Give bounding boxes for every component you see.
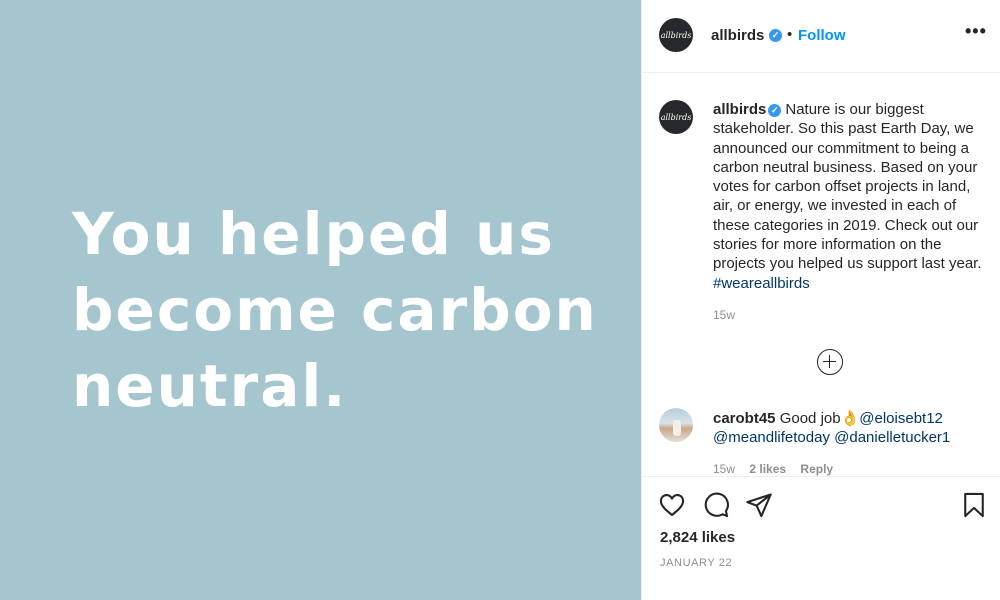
mention-link[interactable]: @meandlifetoday bbox=[713, 429, 830, 446]
mention-link[interactable]: @eloisebt12 bbox=[859, 410, 943, 427]
likes-count[interactable]: 2,824 likes bbox=[660, 529, 735, 546]
post-actions: 2,824 likes JANUARY 22 bbox=[642, 476, 1000, 599]
more-options-icon[interactable]: ••• bbox=[965, 21, 987, 42]
comment-username[interactable]: carobt45 bbox=[713, 410, 776, 427]
follow-button[interactable]: Follow bbox=[798, 27, 846, 44]
load-more-comments-icon[interactable] bbox=[817, 349, 843, 375]
post-date[interactable]: JANUARY 22 bbox=[660, 557, 732, 569]
bookmark-icon[interactable] bbox=[960, 491, 988, 519]
comment-bubble-icon[interactable] bbox=[702, 491, 730, 519]
comments-section[interactable]: allbirds allbirds ✓ Nature is our biggest … bbox=[642, 74, 1000, 476]
ok-hand-emoji-icon: 👌 bbox=[840, 410, 860, 427]
mention-link[interactable]: @danielletucker1 bbox=[834, 429, 950, 446]
hashtag-link[interactable]: #weareallbirds bbox=[713, 275, 810, 292]
comment-body: Good job bbox=[779, 410, 841, 427]
share-paper-plane-icon[interactable] bbox=[745, 491, 773, 519]
post-headline: You helped us become carbon neutral. bbox=[72, 200, 598, 420]
caption-timestamp[interactable]: 15w bbox=[713, 308, 735, 322]
verified-badge-icon: ✓ bbox=[769, 29, 782, 42]
comment-likes-button[interactable]: 2 likes bbox=[749, 462, 786, 476]
comment-time[interactable]: 15w bbox=[713, 462, 735, 476]
heart-icon[interactable] bbox=[658, 491, 686, 519]
comment-meta: 15w 2 likes Reply bbox=[713, 462, 844, 476]
caption-username[interactable]: allbirds bbox=[713, 101, 766, 118]
caption-avatar[interactable]: allbirds bbox=[659, 100, 693, 134]
post-side-panel: allbirds allbirds ✓ • Follow ••• allbird… bbox=[641, 0, 1000, 600]
comment-text-block: carobt45 Good job👌@eloisebt12 @meandlife… bbox=[713, 409, 993, 448]
commenter-avatar[interactable] bbox=[659, 408, 693, 442]
reply-button[interactable]: Reply bbox=[800, 462, 833, 476]
header-separator: • bbox=[787, 26, 793, 43]
post-header: allbirds allbirds ✓ • Follow ••• bbox=[642, 0, 1000, 73]
post-image[interactable]: You helped us become carbon neutral. bbox=[0, 0, 641, 600]
caption-body: Nature is our biggest stakeholder. So th… bbox=[713, 101, 982, 273]
caption-verified-icon: ✓ bbox=[768, 104, 782, 117]
author-avatar[interactable]: allbirds bbox=[659, 18, 693, 52]
author-username[interactable]: allbirds bbox=[711, 27, 764, 44]
caption-text-block: allbirds ✓ Nature is our biggest stakehold… bbox=[713, 100, 993, 293]
